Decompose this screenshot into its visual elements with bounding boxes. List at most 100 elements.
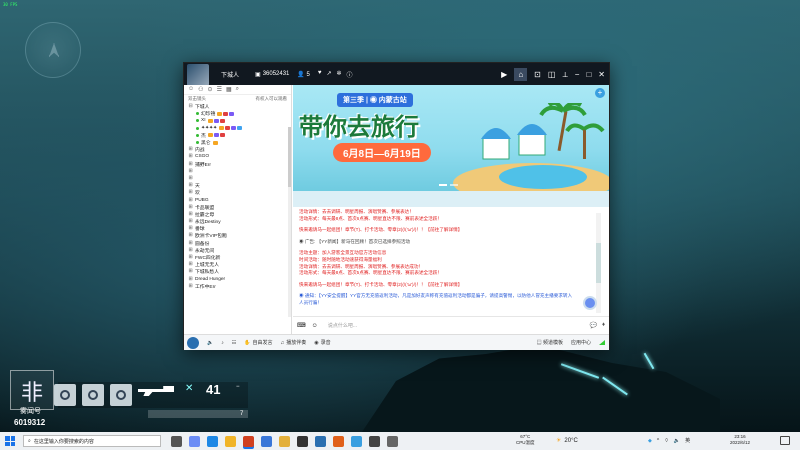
expand-icon[interactable]: ⊞ [188,277,193,282]
taskbar-app-icon[interactable] [243,435,254,447]
sidebar-channel-item[interactable]: ⊞ 欧洲卡VIP包厢 [188,232,291,239]
sidebar-channel-item[interactable]: ⊞ 工作中Err [188,283,291,290]
volume-icon[interactable]: 🔈 [207,340,213,346]
app-center-button[interactable]: 应用中心 [571,339,591,346]
taskbar-app-icon[interactable] [369,435,380,447]
taskbar-search[interactable]: ⌕ 在这里输入你要搜索的内容 [23,435,161,447]
sidebar-channel-item[interactable]: 幻珍禧 [188,110,291,117]
expand-icon[interactable]: ⊞ [188,190,193,195]
sidebar-channel-item[interactable]: ⊞ 下城私愁人 [188,268,291,275]
weather-widget[interactable]: ☀ 20°C [556,437,578,445]
gamepad-icon[interactable]: ⊡ [534,70,541,79]
taskbar-app-icon[interactable] [351,435,362,447]
list-icon[interactable]: ☰ [217,86,222,93]
sidebar-channel-item[interactable]: XI [188,117,291,124]
favorite-icon[interactable]: ♥ [318,70,322,79]
taskbar-app-icon[interactable] [333,435,344,447]
sidebar-channel-item[interactable]: 黑仑 [188,139,291,146]
channel-template-button[interactable]: ▤ 频道模板 [537,339,563,346]
sidebar-channel-item[interactable]: ⊞ 拉霸之母 [188,211,291,218]
expand-icon[interactable]: ⊞ [188,205,193,210]
info-icon[interactable]: ⓘ [347,70,353,79]
settings-icon[interactable]: ✲ [336,70,341,79]
chat-input[interactable]: 说点什么吧... [324,322,584,329]
sidebar-channel-item[interactable]: ⊞ [188,175,291,182]
expand-icon[interactable]: ⊞ [188,183,193,188]
sidebar-channel-item[interactable]: ⊞ [188,168,291,175]
taskbar-clock[interactable]: 23:16 2022/6/12 [730,434,750,446]
ime-indicator[interactable]: 英 [685,437,690,444]
expand-icon[interactable]: ⊞ [188,262,193,267]
taskbar-app-icon[interactable] [225,435,236,447]
expand-icon[interactable]: ⊞ [188,248,193,253]
taskbar-app-icon[interactable] [279,435,290,447]
sidebar-mode[interactable]: 双击镜头 [188,96,206,102]
expand-icon[interactable]: ⊞ [188,226,193,231]
collapse-icon[interactable]: ⊟ [188,104,193,109]
minimize-icon[interactable]: − [575,70,580,79]
sidebar-channel-item[interactable]: ⊞ 上城无无人 [188,261,291,268]
search-icon[interactable]: ⌕ [236,86,239,93]
sidebar-channel-item[interactable]: ⊞ 捕野Err [188,161,291,168]
sidebar-channel-item[interactable]: ⊞ 卡品联盟 [188,204,291,211]
channel-avatar[interactable] [187,64,209,86]
taskbar-app-icon[interactable] [171,435,182,447]
taskbar-app-icon[interactable] [189,435,200,447]
controller-icon[interactable]: ◫ [548,70,556,79]
taskbar-app-icon[interactable] [261,435,272,447]
message-icon[interactable]: 💬 [589,322,596,329]
sidebar-channel-item[interactable]: ✦✦✦✦ [188,125,291,132]
expand-icon[interactable]: ⊞ [188,198,193,203]
mixer-icon[interactable]: ☷ [232,340,236,346]
add-icon[interactable]: + [595,88,605,98]
taskbar-app-icon[interactable] [315,435,326,447]
start-icon[interactable] [5,436,15,446]
person-icon[interactable]: ☺ [188,86,194,93]
play-accompaniment-button[interactable]: ♫ 播放伴奏 [280,339,306,347]
expand-icon[interactable]: ⊞ [188,147,193,152]
free-speech-button[interactable]: ✋ 自由发言 [244,339,272,347]
mic-settings-icon[interactable]: ♪ [221,340,224,346]
record-button[interactable]: ◉ 录音 [314,339,330,347]
sidebar-channel-item[interactable]: ⊞ CSGO [188,153,291,160]
keyboard-icon[interactable]: ⌨ [297,322,306,329]
network-icon[interactable]: ⌔ [664,438,669,444]
chat-scrollbar[interactable] [596,213,601,313]
expand-icon[interactable]: ⊞ [188,219,193,224]
share-icon[interactable]: ↗ [326,70,331,79]
expand-icon[interactable]: ⊞ [188,154,193,159]
location-icon[interactable]: ⊙ [208,86,213,93]
group-icon[interactable]: ⚇ [198,86,203,93]
pin-icon[interactable]: ⟂ [562,70,567,80]
sidebar-channel-item[interactable]: ⊞ FWC四化新 [188,254,291,261]
gift-icon[interactable]: ♦ [602,322,605,329]
sidebar-channel-item[interactable]: ⊞ 内战 [188,146,291,153]
sidebar-channel-item[interactable]: ⊞ 天 [188,182,291,189]
expand-icon[interactable]: ⊞ [188,162,193,167]
maximize-icon[interactable]: □ [586,70,591,79]
expand-icon[interactable]: ⊞ [188,255,193,260]
expand-icon[interactable]: ⊞ [188,212,193,217]
volume-icon[interactable]: 🔈 [674,438,680,444]
sidebar-channel-item[interactable]: ⊞ 永劫无间 [188,247,291,254]
taskbar-app-icon[interactable] [297,435,308,447]
taskbar-app-icon[interactable] [387,435,398,447]
emoji-icon[interactable]: ☺ [312,323,318,329]
tray-app-icon[interactable]: ◆ [648,438,652,444]
expand-icon[interactable]: ⊞ [188,284,193,289]
sidebar-channel-item[interactable]: ⊞ Dread Hunger [188,276,291,283]
sidebar-channel-item[interactable]: ⊞ 永远Destiny [188,218,291,225]
floating-action-icon[interactable] [583,296,597,310]
sidebar-channel-item[interactable]: ⊟ 下城人 [188,103,291,110]
expand-icon[interactable]: ⊞ [188,176,193,181]
close-icon[interactable]: ✕ [598,70,605,79]
window-titlebar[interactable]: 下城人 ▣ 36052431 👤 5 ♥ ↗ ✲ ⓘ ▶ ⌂ ⊡ ◫ ⟂ − □ … [184,63,609,86]
expand-icon[interactable]: ⊞ [188,169,193,174]
taskbar-app-icon[interactable] [207,435,218,447]
home-icon[interactable]: ⌂ [514,68,528,81]
expand-icon[interactable]: ⊞ [188,241,193,246]
grid-icon[interactable]: ▦ [226,86,232,93]
sidebar-channel-item[interactable]: ⊞ 番球 [188,225,291,232]
sidebar-channel-item[interactable]: ⊞ 欢 [188,189,291,196]
sidebar-channel-item[interactable]: ⊞ PUBG [188,196,291,203]
